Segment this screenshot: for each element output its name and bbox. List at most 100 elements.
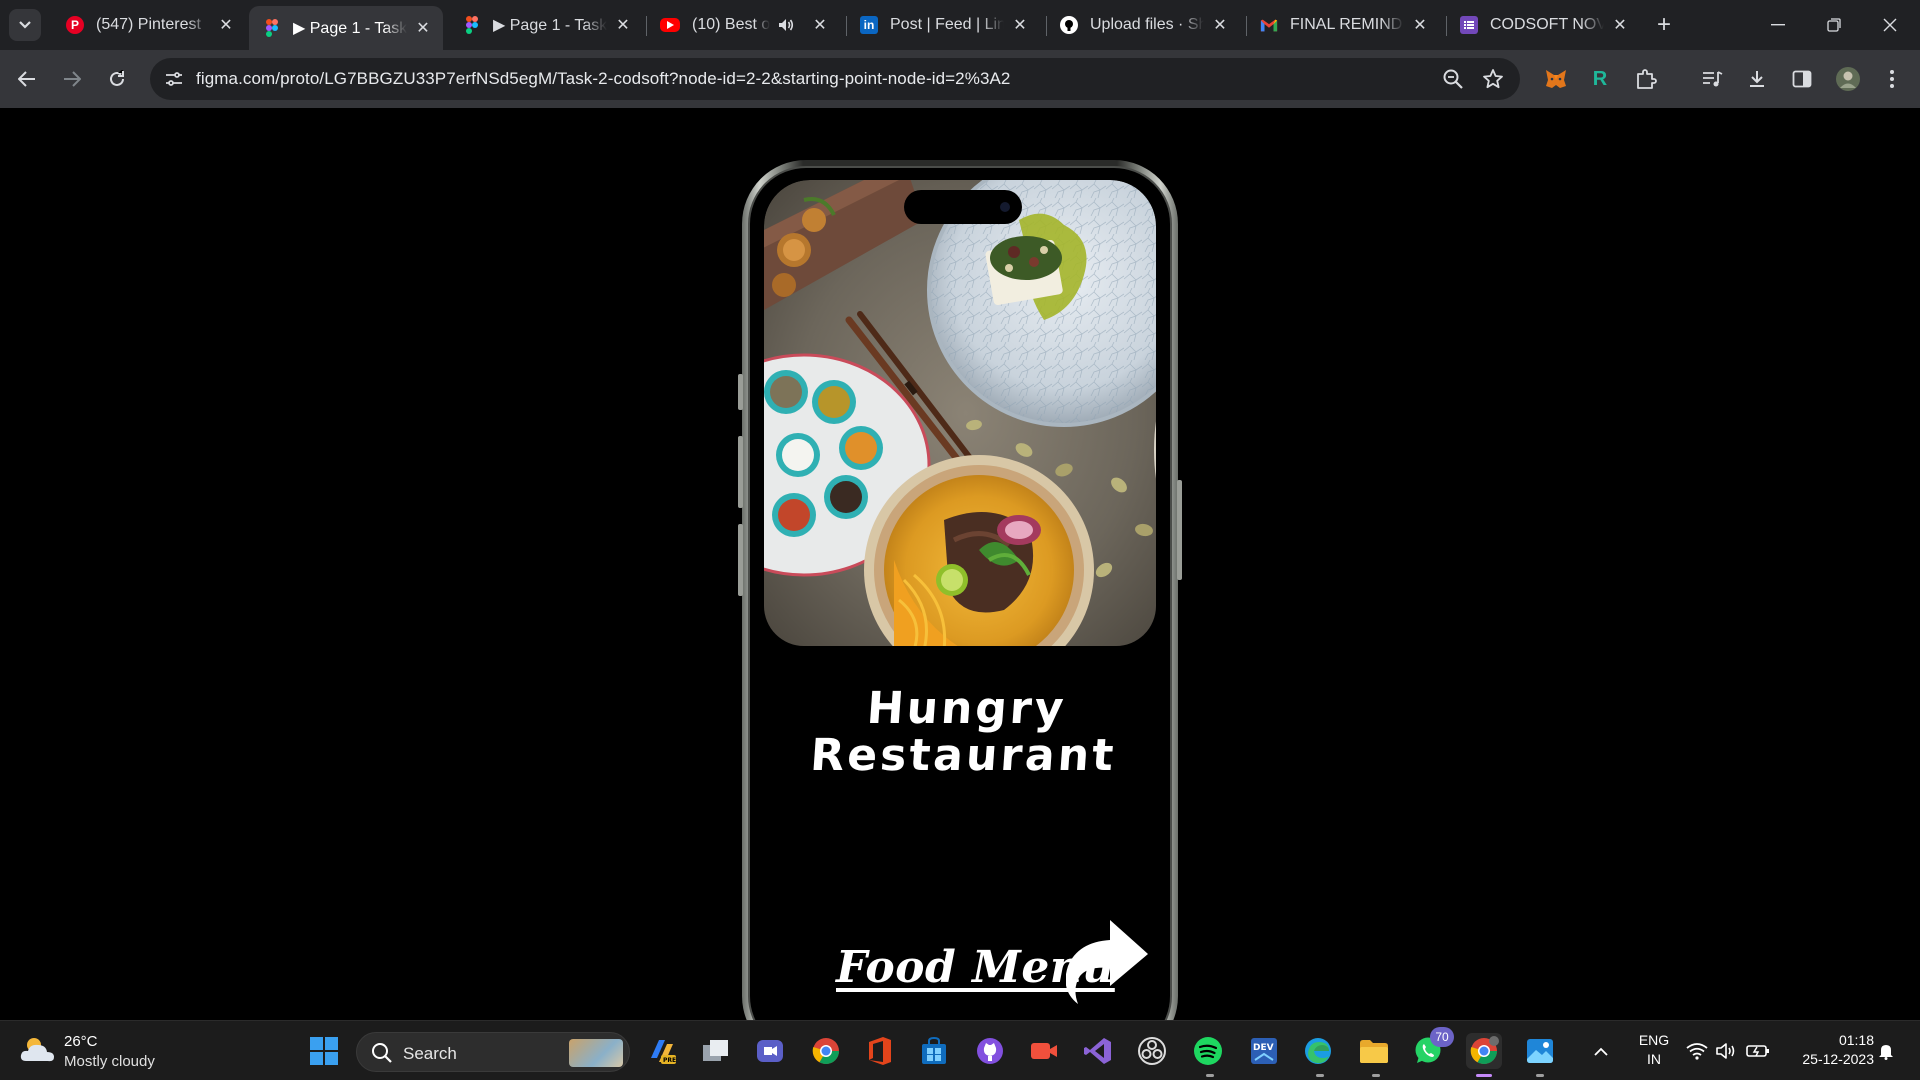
- back-arrow-icon: [18, 71, 35, 87]
- edge-browser-icon[interactable]: [1300, 1033, 1336, 1069]
- video-recorder-icon[interactable]: [1026, 1033, 1062, 1069]
- show-hidden-icons-chevron[interactable]: [1590, 1021, 1612, 1080]
- figma-icon: [463, 16, 481, 34]
- tab-gmail[interactable]: FINAL REMINDER ✕: [1246, 7, 1440, 43]
- url-text: figma.com/proto/LG7BBGZU33P7erfNSd5egM/T…: [196, 69, 1011, 88]
- close-icon[interactable]: ✕: [1010, 15, 1030, 35]
- taskbar-search[interactable]: Search: [356, 1032, 630, 1072]
- volume-icon[interactable]: [1714, 1021, 1740, 1080]
- svg-text:PRE: PRE: [663, 1057, 676, 1064]
- tab-pinterest[interactable]: P (547) Pinterest ✕: [52, 7, 246, 43]
- github-icon: [1060, 16, 1078, 34]
- close-icon[interactable]: ✕: [1210, 15, 1230, 35]
- tab-search-button[interactable]: [9, 9, 41, 41]
- tab-youtube[interactable]: (10) Best of A ✕: [646, 7, 840, 43]
- tab-title: FINAL REMINDER: [1290, 16, 1404, 33]
- close-icon[interactable]: ✕: [810, 15, 830, 35]
- new-tab-button[interactable]: +: [1651, 11, 1677, 38]
- tab-figma-active[interactable]: ▶ Page 1 - Task 2 ✕: [249, 6, 443, 50]
- task-view-icon[interactable]: [698, 1033, 734, 1069]
- figma-icon: [263, 19, 281, 37]
- forward-button[interactable]: [56, 63, 88, 95]
- browser-menu-icon[interactable]: [1878, 65, 1906, 93]
- tab-title: (547) Pinterest: [96, 16, 201, 33]
- chevron-up-icon: [1594, 1047, 1608, 1056]
- download-icon[interactable]: [1743, 65, 1771, 93]
- speaker-icon[interactable]: [776, 15, 796, 35]
- site-settings-icon: [166, 72, 182, 86]
- metamask-extension-icon[interactable]: [1542, 65, 1570, 93]
- reload-button[interactable]: [101, 63, 133, 95]
- copilot-preview-icon[interactable]: PRE: [644, 1033, 680, 1069]
- bookmark-star-icon[interactable]: [1482, 68, 1504, 90]
- zoom-icon[interactable]: [1442, 68, 1464, 90]
- notification-bell-icon[interactable]: [1874, 1021, 1898, 1080]
- browser-toolbar: figma.com/proto/LG7BBGZU33P7erfNSd5egM/T…: [0, 50, 1920, 108]
- spotify-icon[interactable]: [1190, 1033, 1226, 1069]
- minimize-button[interactable]: [1758, 8, 1798, 42]
- close-icon[interactable]: ✕: [216, 15, 236, 35]
- reload-icon: [110, 70, 124, 86]
- input-language[interactable]: ENG IN: [1632, 1031, 1676, 1069]
- office-icon[interactable]: [862, 1033, 898, 1069]
- chrome-browser-icon[interactable]: [1466, 1033, 1502, 1069]
- tab-forms[interactable]: CODSOFT NOV 1 ✕: [1446, 7, 1640, 43]
- tab-title: CODSOFT NOV 1: [1490, 16, 1604, 33]
- clock-date: 25-12-2023: [1802, 1051, 1874, 1067]
- close-window-button[interactable]: [1870, 8, 1910, 42]
- tab-title: ▶ Page 1 - Task 2: [493, 17, 607, 34]
- forward-arrow-icon: [64, 71, 81, 87]
- search-icon: [372, 1043, 392, 1063]
- tab-title: Upload files · Sh: [1090, 16, 1204, 33]
- media-control-icon[interactable]: [1698, 65, 1726, 93]
- extension-r-icon[interactable]: R: [1586, 65, 1614, 93]
- file-explorer-icon[interactable]: [1356, 1033, 1392, 1069]
- svg-text:DEV: DEV: [1253, 1043, 1274, 1053]
- language-code: ENG: [1638, 1032, 1670, 1048]
- prototype-canvas: Hungry Restaurant Food Menu: [0, 108, 1920, 1020]
- weather-widget[interactable]: 26°C Mostly cloudy: [20, 1029, 170, 1073]
- search-label: Search: [403, 1044, 457, 1063]
- chrome-profile-icon[interactable]: [808, 1033, 844, 1069]
- windows-logo-icon: [310, 1037, 338, 1065]
- teams-meet-icon[interactable]: [752, 1033, 788, 1069]
- title-line-1: Hungry: [865, 683, 1069, 734]
- address-bar[interactable]: figma.com/proto/LG7BBGZU33P7erfNSd5egM/T…: [150, 58, 1520, 100]
- extensions-puzzle-icon[interactable]: [1632, 65, 1660, 93]
- restore-button[interactable]: [1814, 8, 1854, 42]
- battery-charging-icon[interactable]: [1744, 1021, 1772, 1080]
- back-button[interactable]: [11, 63, 43, 95]
- tab-linkedin[interactable]: in Post | Feed | LinkedIn ✕: [846, 7, 1040, 43]
- obs-studio-icon[interactable]: [1134, 1033, 1170, 1069]
- start-button[interactable]: [306, 1033, 342, 1069]
- side-panel-icon[interactable]: [1788, 65, 1816, 93]
- tab-strip: P (547) Pinterest ✕ ▶ Page 1 - Task 2 ✕ …: [0, 0, 1920, 50]
- tab-title: ▶ Page 1 - Task 2: [293, 20, 407, 37]
- profile-avatar[interactable]: [1834, 65, 1862, 93]
- github-desktop-icon[interactable]: [972, 1033, 1008, 1069]
- tab-figma[interactable]: ▶ Page 1 - Task 2 ✕: [449, 7, 643, 43]
- tab-github[interactable]: Upload files · Sh ✕: [1046, 7, 1240, 43]
- store-icon[interactable]: [916, 1033, 952, 1069]
- photos-icon[interactable]: [1522, 1033, 1558, 1069]
- dev-home-icon[interactable]: DEV: [1246, 1033, 1282, 1069]
- visual-studio-icon[interactable]: [1080, 1033, 1116, 1069]
- redo-arrow-icon[interactable]: [1066, 916, 1150, 1008]
- windows-taskbar: 26°C Mostly cloudy Search PRE DEV 70 ENG…: [0, 1020, 1920, 1080]
- wifi-icon[interactable]: [1684, 1021, 1710, 1080]
- close-icon[interactable]: ✕: [1610, 15, 1630, 35]
- food-hero-image: [764, 180, 1156, 646]
- close-icon[interactable]: ✕: [613, 15, 633, 35]
- whatsapp-icon[interactable]: 70: [1410, 1027, 1454, 1069]
- phone-frame: Hungry Restaurant Food Menu: [738, 160, 1182, 1020]
- system-clock[interactable]: 01:18 25-12-2023: [1782, 1031, 1874, 1069]
- chevron-down-icon: [19, 21, 31, 29]
- notification-badge: 70: [1430, 1027, 1454, 1047]
- clock-time: 01:18: [1838, 1032, 1874, 1048]
- gmail-icon: [1260, 16, 1278, 34]
- close-icon[interactable]: ✕: [413, 18, 433, 38]
- cloudy-weather-icon: [20, 1038, 54, 1062]
- search-highlight-image: [569, 1039, 623, 1067]
- close-icon[interactable]: ✕: [1410, 15, 1430, 35]
- forms-icon: [1460, 16, 1478, 34]
